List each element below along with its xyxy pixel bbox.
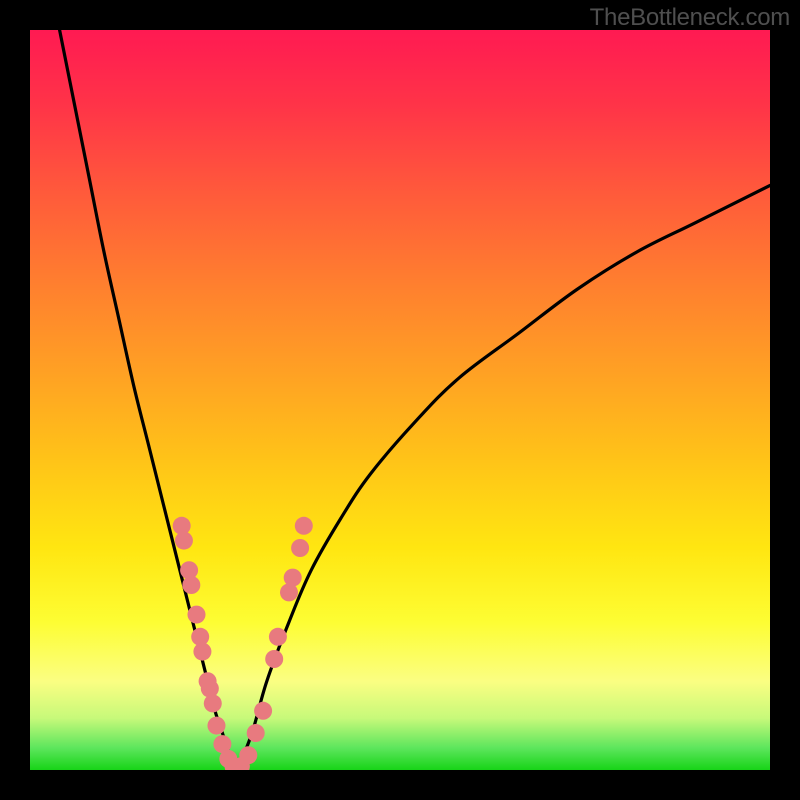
data-point: [239, 746, 257, 764]
data-point: [193, 643, 211, 661]
data-point: [284, 569, 302, 587]
curve-left-branch: [60, 30, 238, 770]
data-point: [291, 539, 309, 557]
data-point: [175, 532, 193, 550]
data-point: [201, 680, 219, 698]
data-point: [247, 724, 265, 742]
data-point: [207, 717, 225, 735]
data-point: [254, 702, 272, 720]
curve-right-branch: [237, 185, 770, 770]
data-point: [188, 606, 206, 624]
watermark-text: TheBottleneck.com: [590, 4, 790, 32]
data-point: [204, 694, 222, 712]
curve-layer: [30, 30, 770, 770]
data-point: [295, 517, 313, 535]
data-point: [182, 576, 200, 594]
data-point: [269, 628, 287, 646]
chart-frame: TheBottleneck.com: [0, 0, 800, 800]
plot-area: [30, 30, 770, 770]
data-point: [265, 650, 283, 668]
